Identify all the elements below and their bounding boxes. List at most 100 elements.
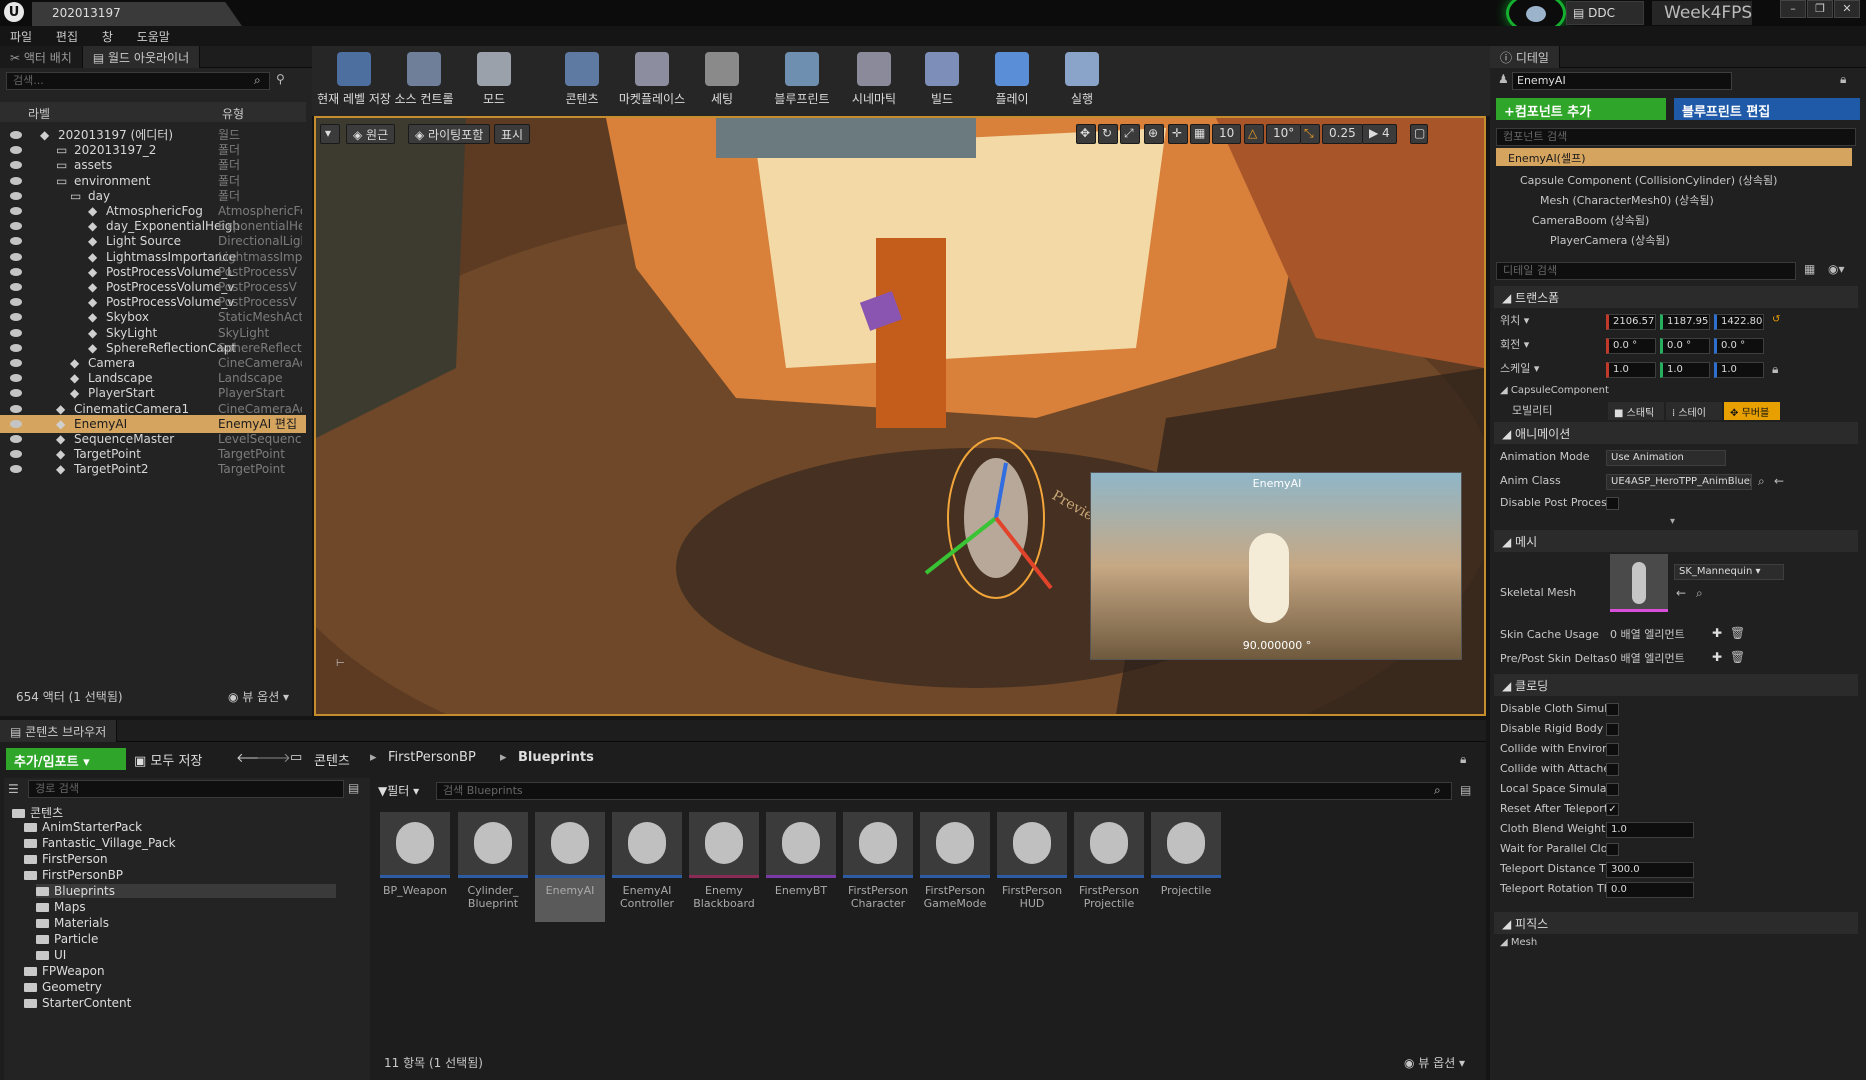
detail-search-input[interactable]: 디테일 검색 bbox=[1496, 262, 1796, 280]
folder-tree-item[interactable]: Blueprints bbox=[36, 884, 336, 898]
visibility-eye-icon[interactable] bbox=[10, 161, 22, 170]
physics-mesh-sub[interactable]: ◢ Mesh bbox=[1500, 932, 1537, 954]
mobility-stationary[interactable]: ⁞ 스테이 bbox=[1666, 402, 1722, 420]
folder-tree-item[interactable]: Maps bbox=[36, 900, 86, 914]
animation-category[interactable]: ◢ 애니메이션 bbox=[1494, 422, 1858, 444]
maximize-button[interactable]: ❐ bbox=[1807, 0, 1833, 18]
anim-class-dropdown[interactable]: UE4ASP_HeroTPP_AnimBlueprint bbox=[1606, 474, 1752, 490]
view-options-button[interactable]: ◉ 뷰 옵션 ▾ bbox=[228, 688, 289, 705]
project-tab[interactable]: 202013197 bbox=[32, 2, 242, 26]
lit-mode-button[interactable]: ◈ 라이팅포함 bbox=[408, 124, 491, 144]
surface-snap-icon[interactable]: ✛ bbox=[1168, 124, 1188, 144]
folder-tree-item[interactable]: FPWeapon bbox=[24, 964, 105, 978]
folder-tree-item[interactable]: Fantastic_Village_Pack bbox=[24, 836, 176, 850]
cloth-row-value[interactable]: 1.0 bbox=[1606, 822, 1694, 838]
use-selected-icon[interactable]: ← bbox=[1774, 474, 1784, 488]
visibility-eye-icon[interactable] bbox=[10, 146, 22, 155]
visibility-eye-icon[interactable] bbox=[10, 389, 22, 398]
save-all-button[interactable]: ▣ 모두 저장 bbox=[134, 750, 202, 769]
mobility-movable[interactable]: ✥ 무버블 bbox=[1724, 402, 1780, 420]
breadcrumb-content[interactable]: 콘텐츠 bbox=[314, 750, 350, 769]
asset-tile[interactable]: Cylinder_ Blueprint bbox=[458, 812, 528, 922]
scale-label[interactable]: 스케일 ▾ bbox=[1500, 358, 1539, 380]
component-cameraboom[interactable]: CameraBoom (상속됨) bbox=[1532, 212, 1649, 228]
menu-help[interactable]: 도움말 bbox=[127, 26, 180, 47]
cloth-row-value[interactable]: 0.0 bbox=[1606, 882, 1694, 898]
asset-tile[interactable]: FirstPerson Projectile bbox=[1074, 812, 1144, 922]
cloth-row-checkbox[interactable] bbox=[1606, 843, 1619, 856]
cloth-row-checkbox[interactable] bbox=[1606, 763, 1619, 776]
location-label[interactable]: 위치 ▾ bbox=[1500, 310, 1529, 332]
browse-mesh-icon[interactable]: ⌕ bbox=[1696, 586, 1703, 601]
folder-tree-item[interactable]: Geometry bbox=[24, 980, 102, 994]
asset-tile[interactable]: Enemy Blackboard bbox=[689, 812, 759, 922]
scale-x[interactable]: 1.0 bbox=[1606, 362, 1656, 378]
folder-tree-item[interactable]: FirstPersonBP bbox=[24, 868, 123, 882]
column-label[interactable]: 라벨 bbox=[28, 105, 50, 122]
tab-world-outliner[interactable]: ▤ 월드 아웃라이너 bbox=[82, 46, 201, 68]
visibility-eye-icon[interactable] bbox=[10, 343, 22, 352]
rotation-z[interactable]: 0.0 ° bbox=[1714, 338, 1764, 354]
scale-snap-icon[interactable]: ⤡ bbox=[1300, 124, 1320, 144]
menu-file[interactable]: 파일 bbox=[0, 26, 42, 47]
visibility-eye-icon[interactable] bbox=[10, 176, 22, 185]
expand-advanced-icon[interactable]: ▾ bbox=[1670, 516, 1675, 527]
cloth-row-checkbox[interactable] bbox=[1606, 723, 1619, 736]
minimize-button[interactable]: – bbox=[1780, 0, 1806, 18]
menu-edit[interactable]: 편집 bbox=[46, 26, 88, 47]
visibility-eye-icon[interactable] bbox=[10, 374, 22, 383]
mobility-static[interactable]: ■ 스태틱 bbox=[1608, 402, 1664, 420]
world-local-icon[interactable]: ⊕ bbox=[1144, 124, 1164, 144]
save-level-button[interactable]: 현재 레벨 저장 bbox=[314, 50, 394, 110]
visibility-eye-icon[interactable] bbox=[10, 222, 22, 231]
cloth-category[interactable]: ◢ 클로딩 bbox=[1494, 674, 1858, 696]
eye-view-icon[interactable]: ◉▾ bbox=[1828, 262, 1845, 276]
rotation-x[interactable]: 0.0 ° bbox=[1606, 338, 1656, 354]
folder-tree-item[interactable]: Particle bbox=[36, 932, 98, 946]
path-options-icon[interactable]: ▤ bbox=[348, 781, 359, 795]
cloth-row-checkbox[interactable] bbox=[1606, 783, 1619, 796]
capsule-subcategory[interactable]: ◢ CapsuleComponent bbox=[1500, 380, 1609, 402]
asset-tile[interactable]: FirstPerson GameMode bbox=[920, 812, 990, 922]
scale-z[interactable]: 1.0 bbox=[1714, 362, 1764, 378]
asset-tile[interactable]: EnemyBT bbox=[766, 812, 836, 922]
browser-view-options-button[interactable]: ◉ 뷰 옵션 ▾ bbox=[1404, 1054, 1465, 1071]
play-button[interactable]: 플레이 bbox=[972, 50, 1052, 110]
outliner-search-input[interactable]: 검색... bbox=[6, 72, 270, 90]
asset-tile[interactable]: EnemyAI bbox=[535, 812, 605, 922]
angle-snap-icon[interactable]: △ bbox=[1244, 124, 1264, 144]
build-button[interactable]: 빌드 bbox=[902, 50, 982, 110]
use-selected-mesh-icon[interactable]: ← bbox=[1676, 586, 1686, 600]
scale-y[interactable]: 1.0 bbox=[1660, 362, 1710, 378]
delete-elements-icon[interactable]: 🗑︎ bbox=[1730, 626, 1745, 640]
add-import-button[interactable]: 추가/임포트 ▾ bbox=[6, 748, 126, 770]
outliner-row[interactable]: ◆ TargetPoint2 TargetPoint bbox=[0, 460, 306, 478]
source-control-button[interactable]: 소스 컨트롤 bbox=[384, 50, 464, 110]
location-z[interactable]: 1422.80 bbox=[1714, 314, 1764, 330]
lock-icon[interactable]: 🔒︎ bbox=[1840, 72, 1846, 87]
path-search-input[interactable]: 경로 검색 bbox=[28, 780, 344, 798]
rotate-icon[interactable]: ↻ bbox=[1098, 124, 1118, 144]
rotation-label[interactable]: 회전 ▾ bbox=[1500, 334, 1529, 356]
delete-elements-icon-2[interactable]: 🗑︎ bbox=[1730, 650, 1745, 664]
property-matrix-icon[interactable]: ▦ bbox=[1804, 262, 1815, 276]
rotation-y[interactable]: 0.0 ° bbox=[1660, 338, 1710, 354]
show-button[interactable]: 표시 bbox=[494, 124, 531, 144]
location-x[interactable]: 2106.57 bbox=[1606, 314, 1656, 330]
visibility-eye-icon[interactable] bbox=[10, 191, 22, 200]
folder-tree-item[interactable]: AnimStarterPack bbox=[24, 820, 142, 834]
visibility-eye-icon[interactable] bbox=[10, 359, 22, 367]
pin-icon[interactable]: ⚲ bbox=[276, 72, 285, 86]
skeletal-mesh-dropdown[interactable]: SK_Mannequin ▾ bbox=[1674, 564, 1784, 580]
folder-tree-item[interactable]: 콘텐츠 bbox=[12, 804, 63, 821]
camera-speed[interactable]: ▶ 4 bbox=[1362, 124, 1397, 144]
visibility-eye-icon[interactable] bbox=[10, 328, 22, 337]
level-viewport[interactable]: Preview Preview ▾ ◈ 원근 ◈ 라이팅포함 표시 ✥ ↻ ⤢ … bbox=[314, 116, 1486, 716]
visibility-eye-icon[interactable] bbox=[10, 252, 22, 261]
scale-lock-icon[interactable]: 🔒︎ bbox=[1772, 362, 1778, 377]
cloth-row-value[interactable]: 300.0 bbox=[1606, 862, 1694, 878]
ddc-button[interactable]: ▤ DDC bbox=[1566, 1, 1644, 25]
add-element-icon-2[interactable]: ✚ bbox=[1712, 650, 1722, 664]
launch-button[interactable]: 실행 bbox=[1042, 50, 1122, 110]
browse-icon[interactable]: ⌕ bbox=[1758, 474, 1765, 489]
